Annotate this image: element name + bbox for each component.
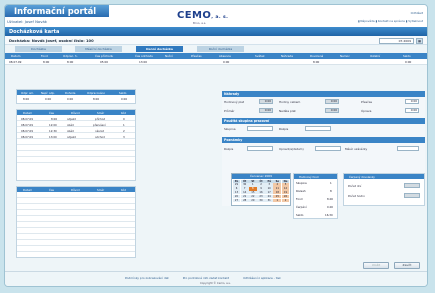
vac-days-field[interactable] bbox=[404, 183, 420, 188]
hodin-field[interactable]: 0:00 bbox=[325, 99, 339, 104]
events-panel: Datum Čas Důvod Směr Kód 08.07.09 8:00 odjezd p… bbox=[16, 109, 136, 181]
overtime-title: Náhrady bbox=[222, 91, 425, 97]
label-hodinovy: Hodinový plat bbox=[224, 100, 245, 104]
logout-link[interactable]: Odhlásit bbox=[411, 11, 423, 15]
vacation-panel: Čerpaný dovolenky Počet dní Počet hodin bbox=[343, 173, 425, 206]
events-rows: 08.07.09 8:00 odjezd příchod 0 08.07.09 12:00… bbox=[17, 115, 135, 163]
label-mesic: Měsíc uzávěrky bbox=[345, 147, 368, 151]
page-subtitle: Docházka: Novák Josef, osobní číslo: 100 bbox=[9, 38, 94, 43]
company-logo: CEMO, a. s. bbox=[177, 10, 229, 21]
label-pozn-rozpis: Rozpis bbox=[224, 147, 234, 151]
tab-bar: Docházka Měsíční docházka Denní docházka… bbox=[5, 45, 427, 52]
skupina-field[interactable] bbox=[247, 126, 273, 131]
shift-title: Použitá skupina pracovní bbox=[222, 118, 425, 124]
footer-links: Podmínky pro zobrazování dat Pro podrobné… bbox=[125, 276, 295, 280]
calendar-grid: Po Út St Čt Pá So Ne 29 30 1 2 3 4 5 6 7 8 9 10 11 12 13 14… bbox=[232, 179, 290, 202]
label-rozpis: Rozpis bbox=[279, 127, 289, 131]
hodinovy-field[interactable]: 0:00 bbox=[259, 99, 273, 104]
app-window: Informační portál Uživatel: Josef Novák … bbox=[4, 4, 428, 287]
tab-denni[interactable]: Denní docházka bbox=[136, 46, 183, 52]
copyright: Copyright © Cemo, a.s. bbox=[200, 282, 231, 285]
close-button[interactable]: Zavřít bbox=[394, 262, 420, 269]
table-row[interactable] bbox=[17, 157, 135, 163]
events2-panel: Datum Čas Důvod Směr Kód bbox=[16, 186, 136, 258]
brand-bar: Informační portál bbox=[5, 5, 109, 17]
vac-hours-field[interactable] bbox=[404, 193, 420, 198]
prumer-field[interactable]: 0:00 bbox=[259, 108, 273, 113]
label-prumer: Průměr bbox=[224, 109, 235, 113]
hours-panel: Hodinový fond Skupina 1 Rozsah 8 Fond 8.00 … bbox=[293, 173, 338, 219]
label-uprava: Úprava bbox=[361, 109, 372, 113]
pozn-rozpis-field[interactable] bbox=[247, 146, 273, 151]
notes-title: Poznámky bbox=[222, 137, 425, 143]
mesic-field[interactable] bbox=[397, 146, 419, 151]
fund-panel: Odpr. sm. Nepř. odp. Dohoda Odpracováno Sald… bbox=[16, 89, 136, 104]
page-title: Docházková karta bbox=[9, 28, 60, 35]
tab-rocni[interactable]: Roční docházka bbox=[197, 46, 244, 52]
footer: Podmínky pro zobrazování dat Pro podrobné… bbox=[5, 271, 427, 286]
logo-subtitle: Brno, a.s. bbox=[193, 21, 207, 25]
tab-dochazka[interactable]: Docházka bbox=[15, 46, 62, 52]
user-label: Uživatel: Josef Novák bbox=[7, 19, 48, 24]
summary-row[interactable]: 08.07.09 8:00 8:00 05:00 13:00 0:00 8:00 0:00 bbox=[5, 59, 427, 65]
save-button[interactable]: Uložit bbox=[363, 262, 389, 269]
label-prescas: Přesčas bbox=[361, 100, 372, 104]
nedelni-field[interactable]: 0:00 bbox=[325, 108, 339, 113]
calendar-icon[interactable]: ▦ bbox=[416, 37, 423, 44]
calendar-title: Červenec 2009 bbox=[250, 174, 272, 178]
label-skupina: Skupina bbox=[224, 127, 236, 131]
uprava-field[interactable]: 0:00 bbox=[405, 108, 419, 113]
page-title-bar: Docházková karta bbox=[5, 27, 427, 36]
footer-link[interactable]: Pro podrobné info zadat kontakt bbox=[183, 276, 229, 280]
tab-mesicni[interactable]: Měsíční docházka bbox=[75, 46, 122, 52]
upravil-field[interactable] bbox=[315, 146, 341, 151]
rozpis-field[interactable] bbox=[305, 126, 331, 131]
footer-link[interactable]: Podmínky pro zobrazování dat bbox=[125, 276, 169, 280]
period-input[interactable]: 07.2009 bbox=[379, 37, 414, 44]
table-row[interactable] bbox=[17, 246, 135, 252]
subtitle-bar: Docházka: Novák Josef, osobní číslo: 100… bbox=[5, 36, 427, 45]
label-nedelni: Neděle plat bbox=[279, 109, 296, 113]
table-row[interactable]: 08.07.09 13:00 odjezd odchod 3 bbox=[17, 133, 135, 139]
header-links[interactable]: ▮ Nápověda ▮ Kontakt na správce ▮ Vytisk… bbox=[358, 19, 423, 23]
label-hodin-celkem: Hodiny celkem bbox=[279, 100, 301, 104]
calendar-widget[interactable]: Červenec 2009 Po Út St Čt Pá So Ne 29 30 1 2 3 4 5 6… bbox=[231, 173, 291, 206]
top-header: Informační portál Uživatel: Josef Novák … bbox=[5, 5, 427, 27]
app-title: Informační portál bbox=[14, 6, 97, 16]
label-upravil: Upravil/a(datum) bbox=[279, 147, 304, 151]
footer-link[interactable]: Odhlášení z aplikace - tisk bbox=[243, 276, 281, 280]
prescas-field[interactable]: 0:00 bbox=[405, 99, 419, 104]
